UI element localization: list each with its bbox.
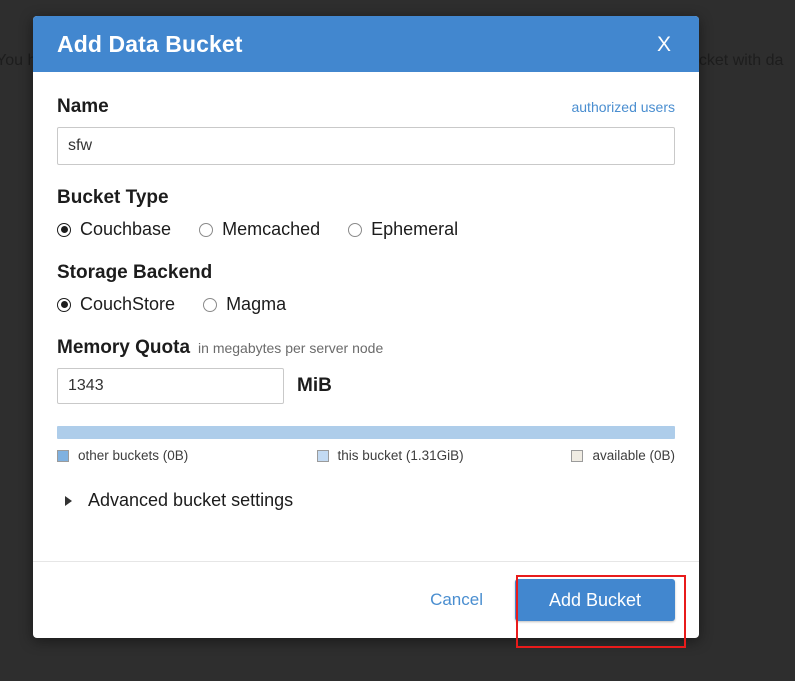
radio-label-memcached: Memcached	[222, 219, 321, 239]
name-field-header: Name authorized users	[57, 96, 675, 118]
radio-label-ephemeral: Ephemeral	[371, 219, 459, 239]
bucket-name-input[interactable]	[57, 127, 675, 165]
background-text-right: ucket with da	[690, 52, 784, 69]
legend-item-this-bucket: this bucket (1.31GiB)	[316, 448, 539, 463]
dialog-footer: Cancel Add Bucket	[33, 561, 699, 638]
advanced-bucket-settings-label: Advanced bucket settings	[88, 490, 294, 510]
radio-selected-icon	[57, 222, 71, 237]
radio-unselected-icon	[348, 222, 363, 237]
add-bucket-button[interactable]: Add Bucket	[515, 579, 675, 621]
radio-label-couchbase: Couchbase	[80, 219, 172, 239]
memory-quota-group: Memory Quota in megabytes per server nod…	[57, 337, 675, 404]
chevron-right-icon	[65, 495, 72, 506]
legend-label-available: available (0B)	[592, 448, 675, 463]
radio-bucket-type-ephemeral[interactable]: Ephemeral	[348, 219, 458, 240]
radio-storage-magma[interactable]: Magma	[203, 294, 286, 315]
dialog-title: Add Data Bucket	[57, 30, 243, 57]
name-field-group: Name authorized users	[57, 96, 675, 165]
dialog-header: Add Data Bucket X	[33, 16, 699, 72]
radio-unselected-icon	[199, 222, 214, 237]
memory-usage-legend: other buckets (0B) this bucket (1.31GiB)…	[57, 448, 675, 463]
memory-quota-sublabel: in megabytes per server node	[198, 340, 384, 356]
radio-selected-icon	[57, 297, 71, 312]
memory-segment-this-bucket	[57, 426, 675, 439]
add-data-bucket-dialog: Add Data Bucket X Name authorized users …	[33, 16, 699, 638]
memory-usage-bar	[57, 426, 675, 439]
radio-unselected-icon	[203, 297, 218, 312]
bucket-type-group: Bucket Type Couchbase Memcached Ephemera…	[57, 187, 675, 240]
name-label: Name	[57, 96, 109, 117]
legend-swatch-icon	[57, 449, 69, 462]
radio-bucket-type-couchbase[interactable]: Couchbase	[57, 219, 171, 240]
authorized-users-link[interactable]: authorized users	[571, 99, 675, 115]
memory-quota-input[interactable]	[57, 368, 284, 404]
cancel-button[interactable]: Cancel	[428, 586, 485, 614]
legend-item-available: available (0B)	[539, 448, 675, 463]
legend-swatch-icon	[316, 449, 329, 462]
storage-backend-label: Storage Backend	[57, 262, 213, 283]
dialog-body: Name authorized users Bucket Type Couchb…	[33, 72, 699, 561]
bucket-type-label: Bucket Type	[57, 187, 169, 208]
legend-swatch-icon	[571, 449, 584, 462]
radio-bucket-type-memcached[interactable]: Memcached	[199, 219, 320, 240]
legend-label-this-bucket: this bucket (1.31GiB)	[337, 448, 464, 463]
memory-quota-header: Memory Quota in megabytes per server nod…	[57, 337, 675, 359]
bucket-type-radio-row: Couchbase Memcached Ephemeral	[57, 219, 675, 240]
close-icon[interactable]: X	[651, 30, 677, 59]
legend-item-other-buckets: other buckets (0B)	[57, 448, 317, 463]
radio-label-couchstore: CouchStore	[80, 294, 176, 314]
legend-label-other-buckets: other buckets (0B)	[78, 448, 189, 463]
radio-label-magma: Magma	[226, 294, 287, 314]
advanced-bucket-settings-toggle[interactable]: Advanced bucket settings	[57, 490, 675, 511]
memory-quota-label: Memory Quota	[57, 337, 191, 358]
background-text-left: You h	[0, 52, 37, 69]
memory-quota-unit: MiB	[297, 375, 332, 396]
memory-quota-row: MiB	[57, 368, 675, 404]
storage-backend-group: Storage Backend CouchStore Magma	[57, 262, 675, 315]
radio-storage-couchstore[interactable]: CouchStore	[57, 294, 175, 315]
storage-backend-radio-row: CouchStore Magma	[57, 294, 675, 315]
